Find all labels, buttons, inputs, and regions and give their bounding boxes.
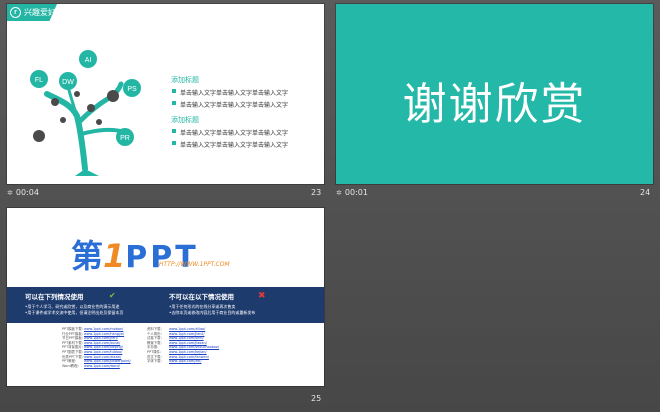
slide-timing-23: ✲ 00:04: [7, 188, 39, 197]
square-bullet-icon: [172, 89, 176, 93]
skill-node-pr: PR: [116, 128, 134, 146]
check-icon: ✔: [109, 291, 116, 300]
bullet-item: 单击输入文字单击输入文字单击输入文字: [171, 140, 288, 149]
square-bullet-icon: [172, 129, 176, 133]
resource-link[interactable]: www.1ppt.com/shiti/: [169, 336, 204, 340]
tree-dot: [60, 117, 66, 123]
slide-thumbnail-24[interactable]: 谢谢欣赏: [336, 4, 653, 184]
skill-node-ps: PS: [123, 79, 141, 97]
slide-number-23: 23: [311, 188, 322, 197]
skill-node-dw: DW: [59, 72, 77, 90]
tree-dot: [51, 98, 59, 106]
slide-thumbnail-23[interactable]: r 兴趣爱好 FL DW AI PS PR 添加标题 单击输入文字单击输入文字单…: [7, 4, 324, 184]
transition-star-icon: ✲: [7, 189, 13, 197]
bullet-item: 单击输入文字单击输入文字单击输入文字: [171, 128, 288, 137]
resource-link[interactable]: www.1ppt.com/jianli/: [169, 332, 204, 336]
resource-link[interactable]: www.1ppt.com/kejian/: [169, 350, 207, 354]
resource-link[interactable]: www.1ppt.com/ziti/: [169, 359, 201, 363]
resource-link-row: Word教程： www.1ppt.com/word/: [62, 364, 131, 369]
transition-star-icon: ✲: [336, 189, 342, 197]
square-bullet-icon: [172, 101, 176, 105]
brand-url: HTTP://WWW.1PPT.COM: [159, 261, 230, 268]
slide-timing-24: ✲ 00:01: [336, 188, 368, 197]
resource-link[interactable]: www.1ppt.com/word/: [84, 364, 120, 368]
tree-dot: [87, 104, 95, 112]
resource-link[interactable]: www.1ppt.com/tubiao/: [84, 350, 122, 354]
cross-icon: ✖: [258, 290, 266, 300]
svg-text:FL: FL: [35, 77, 43, 84]
tree-dot: [96, 119, 102, 125]
svg-text:PS: PS: [127, 86, 137, 93]
svg-text:AI: AI: [85, 57, 92, 64]
resource-link[interactable]: www.1ppt.com/shouchaobao/: [169, 345, 219, 349]
resource-link-row: 字体下载： www.1ppt.com/ziti/: [147, 359, 219, 364]
section-heading: 添加标题: [171, 76, 199, 84]
svg-text:PR: PR: [120, 135, 130, 142]
square-bullet-icon: [172, 141, 176, 145]
resource-link[interactable]: www.1ppt.com/ziliao/: [169, 327, 205, 331]
resource-link-label: 字体下载：: [147, 359, 164, 364]
slide-number-25: 25: [311, 394, 322, 403]
tree-dot: [33, 130, 45, 142]
resource-links-left: PPT模板下载：www.1ppt.com/moban/行业PPT模板：www.1…: [62, 327, 131, 368]
resource-link[interactable]: www.1ppt.com/jieri/: [84, 336, 118, 340]
slide-thumbnail-25[interactable]: 第1PPT HTTP://WWW.1PPT.COM 可以在下列情况使用 •用于个…: [7, 208, 324, 386]
resource-link[interactable]: www.1ppt.com/xiazai/: [84, 355, 121, 359]
resource-link[interactable]: www.1ppt.com/powerpoint/: [84, 359, 131, 363]
resource-link-label: Word教程：: [62, 363, 81, 368]
thank-you-text: 谢谢欣赏: [402, 79, 587, 130]
tree-dot: [74, 91, 80, 97]
bullet-item: 单击输入文字单击输入文字单击输入文字: [171, 88, 288, 97]
resource-links-right: 资料下载： www.1ppt.com/ziliao/个人简历： www.1ppt.c…: [147, 327, 219, 364]
bullet-item: 单击输入文字单击输入文字单击输入文字: [171, 100, 288, 109]
slide-number-24: 24: [640, 188, 651, 197]
skill-node-ai: AI: [79, 50, 97, 68]
resource-link[interactable]: www.1ppt.com/beijing/: [84, 345, 123, 349]
resource-link[interactable]: www.1ppt.com/fanwen/: [169, 355, 209, 359]
brand-logo: 第1PPT: [71, 237, 199, 275]
tree-dot: [107, 90, 119, 102]
section-heading: 添加标题: [171, 116, 199, 124]
resource-link[interactable]: www.1ppt.com/hangye/: [84, 332, 124, 336]
skill-node-fl: FL: [30, 70, 48, 88]
text-sections: 添加标题 单击输入文字单击输入文字单击输入文字 单击输入文字单击输入文字单击输入…: [171, 75, 288, 152]
forbidden-usage: 不可以在以下情况使用 •用于任何形式的在线分享或再次售卖 •去除本页或修改内容后…: [169, 293, 256, 315]
resource-link[interactable]: www.1ppt.com/moban/: [84, 327, 123, 331]
skill-tree-diagram: FL DW AI PS PR: [30, 50, 141, 176]
svg-text:DW: DW: [62, 79, 74, 86]
